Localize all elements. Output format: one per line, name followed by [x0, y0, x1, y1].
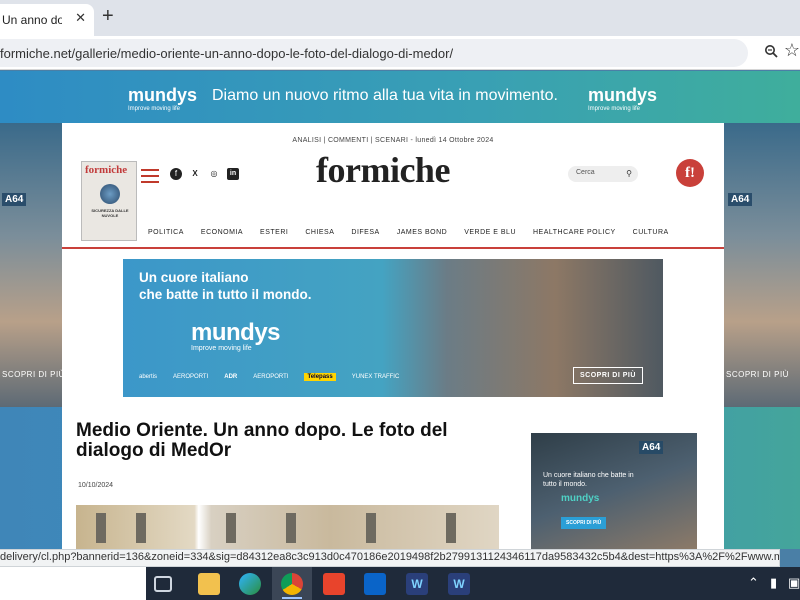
new-tab-button[interactable]: + — [102, 6, 114, 26]
skin-side-left[interactable]: A64 SCOPRI DI PIÙ — [0, 123, 62, 407]
site-logo[interactable]: formiche — [316, 149, 450, 191]
skin-brand-name: mundys — [128, 85, 198, 105]
nav-item-economia[interactable]: ECONOMIA — [201, 229, 243, 236]
taskbar-search-area[interactable] — [0, 567, 146, 600]
formiche-badge[interactable]: f! — [676, 159, 704, 187]
road-sign: A64 — [2, 193, 27, 206]
skin-brand-tagline: Improve moving life — [588, 106, 641, 112]
skin-cta-left[interactable]: SCOPRI DI PIÙ — [2, 370, 62, 379]
nav-item-politica[interactable]: POLITICA — [148, 229, 184, 236]
banner-headline: Un cuore italiano che batte in tutto il … — [139, 269, 312, 303]
sidebar-ad-headline: Un cuore italiano che batte in tutto il … — [543, 472, 634, 488]
nav-item-james-bond[interactable]: JAMES BOND — [397, 229, 448, 236]
zoom-icon[interactable] — [764, 44, 778, 58]
nav-item-healthcare-policy[interactable]: HEALTHCARE POLICY — [533, 229, 616, 236]
header-topline: ANALISI | COMMENTI | SCENARI - lunedì 14… — [292, 137, 494, 144]
file-explorer-icon[interactable] — [198, 573, 220, 595]
task-view-icon[interactable] — [154, 576, 172, 592]
partner-logo: ADR — [224, 374, 238, 380]
bookmark-star-icon[interactable]: ☆ — [784, 40, 800, 61]
banner-cta-button[interactable]: SCOPRI DI PIÙ — [573, 367, 643, 384]
sidebar-ad[interactable]: A64 Un cuore italiano che batte in tutto… — [531, 433, 697, 549]
partner-logo: YUNEX TRAFFIC — [351, 374, 400, 380]
partner-logo: Telepass — [304, 373, 336, 381]
banner-partners: abertis AEROPORTI ADR AEROPORTI Telepass… — [139, 373, 399, 381]
partner-logo: AEROPORTI — [173, 374, 209, 380]
banner-brand-tagline: Improve moving life — [191, 345, 252, 352]
outlook-icon[interactable] — [364, 573, 386, 595]
link-status-bar: delivery/cl.php?bannerid=136&zoneid=334&… — [0, 549, 780, 567]
banner-brand-name: mundys — [191, 319, 281, 346]
nav-item-cultura[interactable]: CULTURA — [633, 229, 669, 236]
nav-item-verde-e-blu[interactable]: VERDE E BLU — [464, 229, 516, 236]
banner-headline-line-1: Un cuore italiano — [139, 270, 249, 285]
skin-brand-logo-left: mundys Improve moving life — [128, 85, 197, 112]
globe-image — [100, 184, 120, 204]
nav-item-esteri[interactable]: ESTERI — [260, 229, 288, 236]
sidebar-ad-cta[interactable]: SCOPRI DI PIÙ — [561, 517, 607, 529]
article-date: 10/10/2024 — [78, 482, 114, 489]
header-divider — [62, 247, 724, 249]
web-page: mundys Improve moving life Diamo un nuov… — [0, 71, 800, 549]
main-container: ANALISI | COMMENTI | SCENARI - lunedì 14… — [62, 123, 724, 549]
sidebar-ad-brand: mundys — [561, 493, 600, 504]
road-sign: A64 — [639, 441, 664, 454]
mundys-banner-ad[interactable]: Un cuore italiano che batte in tutto il … — [123, 259, 663, 397]
search-icon[interactable]: ⚲ — [626, 169, 632, 178]
banner-brand-logo: mundys Improve moving life — [191, 319, 281, 352]
w-app-icon[interactable]: W — [406, 573, 428, 595]
skin-top-banner[interactable]: mundys Improve moving life Diamo un nuov… — [0, 71, 800, 123]
skin-brand-tagline: Improve moving life — [128, 106, 181, 112]
magazine-title: formiche — [85, 164, 128, 176]
tab-title: Un anno dopo. — [2, 13, 62, 27]
instagram-icon[interactable]: ◎ — [208, 168, 220, 180]
skin-cta-right[interactable]: SCOPRI DI PIÙ — [726, 370, 789, 379]
x-icon[interactable]: X — [189, 168, 201, 180]
address-bar[interactable]: formiche.net/gallerie/medio-oriente-un-a… — [0, 39, 748, 67]
article-photo[interactable] — [76, 505, 499, 549]
network-icon[interactable]: ▣ — [788, 575, 800, 591]
w-app-icon-2[interactable]: W — [448, 573, 470, 595]
app-icon[interactable] — [323, 573, 345, 595]
partner-logo: abertis — [139, 374, 158, 380]
road-sign: A64 — [728, 193, 753, 206]
taskbar: W W ⌃ ▮ ▣ — [0, 567, 800, 600]
linkedin-icon[interactable]: in — [227, 168, 239, 180]
skin-side-right[interactable]: A64 SCOPRI DI PIÙ — [724, 123, 800, 407]
chevron-up-icon[interactable]: ⌃ — [748, 575, 759, 591]
search-placeholder: Cerca — [576, 169, 595, 176]
active-indicator — [282, 597, 302, 599]
chrome-icon[interactable] — [281, 573, 303, 595]
tab-strip: Un anno dopo. ✕ + — [0, 0, 800, 36]
partner-logo: AEROPORTI — [253, 374, 289, 380]
main-nav: POLITICA ECONOMIA ESTERI CHIESA DIFESA J… — [148, 229, 686, 236]
nav-item-difesa[interactable]: DIFESA — [351, 229, 379, 236]
skin-brand-logo-right: mundys Improve moving life — [588, 85, 657, 112]
skin-slogan: Diamo un nuovo ritmo alla tua vita in mo… — [212, 87, 558, 104]
menu-icon[interactable] — [141, 169, 159, 183]
close-icon[interactable]: ✕ — [75, 10, 86, 26]
browser-tab[interactable]: Un anno dopo. ✕ — [0, 4, 94, 36]
banner-headline-line-2: che batte in tutto il mondo. — [139, 287, 312, 302]
article-title: Medio Oriente. Un anno dopo. Le foto del… — [76, 420, 448, 461]
browser-toolbar: formiche.net/gallerie/medio-oriente-un-a… — [0, 36, 800, 70]
url-text[interactable]: formiche.net/gallerie/medio-oriente-un-a… — [0, 46, 453, 61]
nav-item-chiesa[interactable]: CHIESA — [305, 229, 334, 236]
magazine-cover[interactable]: formiche SICUREZZA DALLE NUVOLE — [81, 161, 137, 241]
magazine-subtitle: SICUREZZA DALLE NUVOLE — [91, 208, 129, 218]
mic-icon[interactable]: ▮ — [770, 575, 777, 591]
edge-icon[interactable] — [239, 573, 261, 595]
skin-brand-name: mundys — [588, 85, 658, 105]
facebook-icon[interactable]: f — [170, 168, 182, 180]
search-input[interactable]: Cerca ⚲ — [568, 166, 638, 182]
